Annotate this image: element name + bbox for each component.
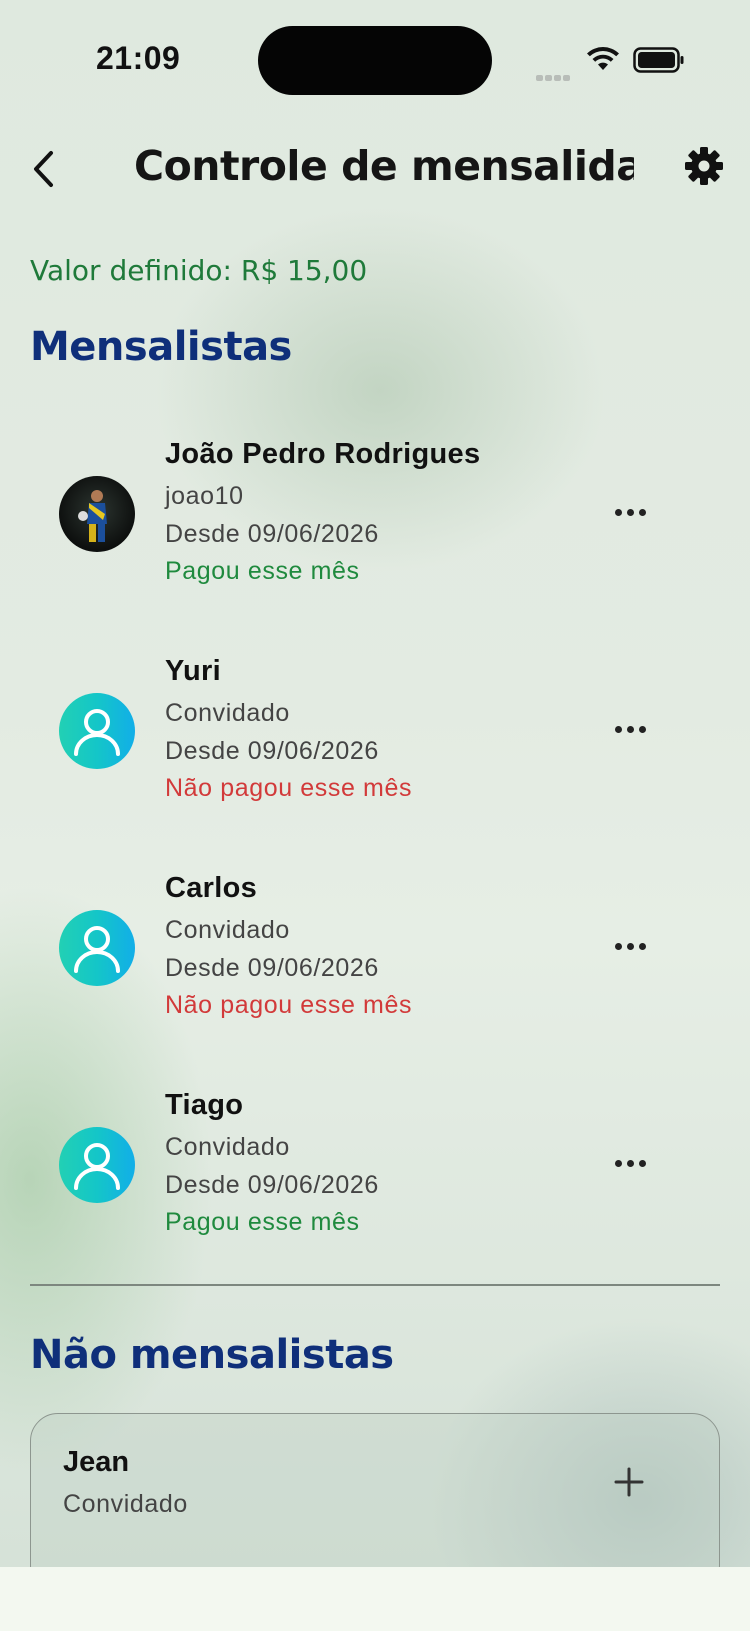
battery-icon xyxy=(633,47,684,73)
valor-definido: Valor definido: R$ 15,00 xyxy=(30,254,368,287)
member-subtitle: Convidado xyxy=(63,1490,188,1518)
list-item: João Pedro Rodrigues joao10 Desde 09/06/… xyxy=(0,432,750,612)
more-options-button[interactable] xyxy=(613,937,649,957)
member-since: Desde 09/06/2026 xyxy=(165,520,379,548)
default-user-avatar-icon xyxy=(59,693,135,769)
more-options-button[interactable] xyxy=(613,503,649,523)
list-item: Carlos Convidado Desde 09/06/2026 Não pa… xyxy=(0,866,750,1046)
status-time: 21:09 xyxy=(96,40,181,76)
list-item: Tiago Convidado Desde 09/06/2026 Pagou e… xyxy=(0,1083,750,1263)
section-title-nao-mensalistas: Não mensalistas xyxy=(30,1332,394,1378)
section-title-mensalistas: Mensalistas xyxy=(30,324,292,370)
list-item: Yuri Convidado Desde 09/06/2026 Não pago… xyxy=(0,649,750,829)
payment-status: Não pagou esse mês xyxy=(165,991,413,1019)
default-user-avatar-icon xyxy=(59,910,135,986)
member-since: Desde 09/06/2026 xyxy=(165,737,379,765)
member-name: Jean xyxy=(63,1446,130,1478)
more-options-button[interactable] xyxy=(613,1154,649,1174)
avatar xyxy=(59,476,135,552)
member-name: Tiago xyxy=(165,1089,244,1121)
member-subtitle: Convidado xyxy=(165,1133,290,1161)
settings-gear-icon[interactable] xyxy=(684,146,724,186)
cellular-signal-icon xyxy=(536,66,572,85)
member-name: Yuri xyxy=(165,655,221,687)
more-options-button[interactable] xyxy=(613,720,649,740)
dynamic-island xyxy=(258,26,492,95)
member-since: Desde 09/06/2026 xyxy=(165,954,379,982)
member-name: Carlos xyxy=(165,872,258,904)
payment-status: Não pagou esse mês xyxy=(165,774,413,802)
non-member-card: Jean Convidado xyxy=(30,1413,720,1567)
back-button[interactable] xyxy=(26,145,66,193)
member-subtitle: joao10 xyxy=(165,482,244,510)
section-divider xyxy=(30,1284,720,1286)
default-user-avatar-icon xyxy=(59,1127,135,1203)
payment-status: Pagou esse mês xyxy=(165,1208,360,1236)
member-name: João Pedro Rodrigues xyxy=(165,438,481,470)
wifi-icon xyxy=(587,47,619,70)
bottom-safe-area xyxy=(0,1567,750,1631)
page-title: Controle de mensalida… xyxy=(134,142,634,190)
member-subtitle: Convidado xyxy=(165,916,290,944)
app-screen: 21:09 Controle de mensalida… Valor defin xyxy=(0,0,750,1567)
member-since: Desde 09/06/2026 xyxy=(165,1171,379,1199)
payment-status: Pagou esse mês xyxy=(165,557,360,585)
member-subtitle: Convidado xyxy=(165,699,290,727)
add-mensalista-plus-icon[interactable] xyxy=(613,1466,645,1498)
